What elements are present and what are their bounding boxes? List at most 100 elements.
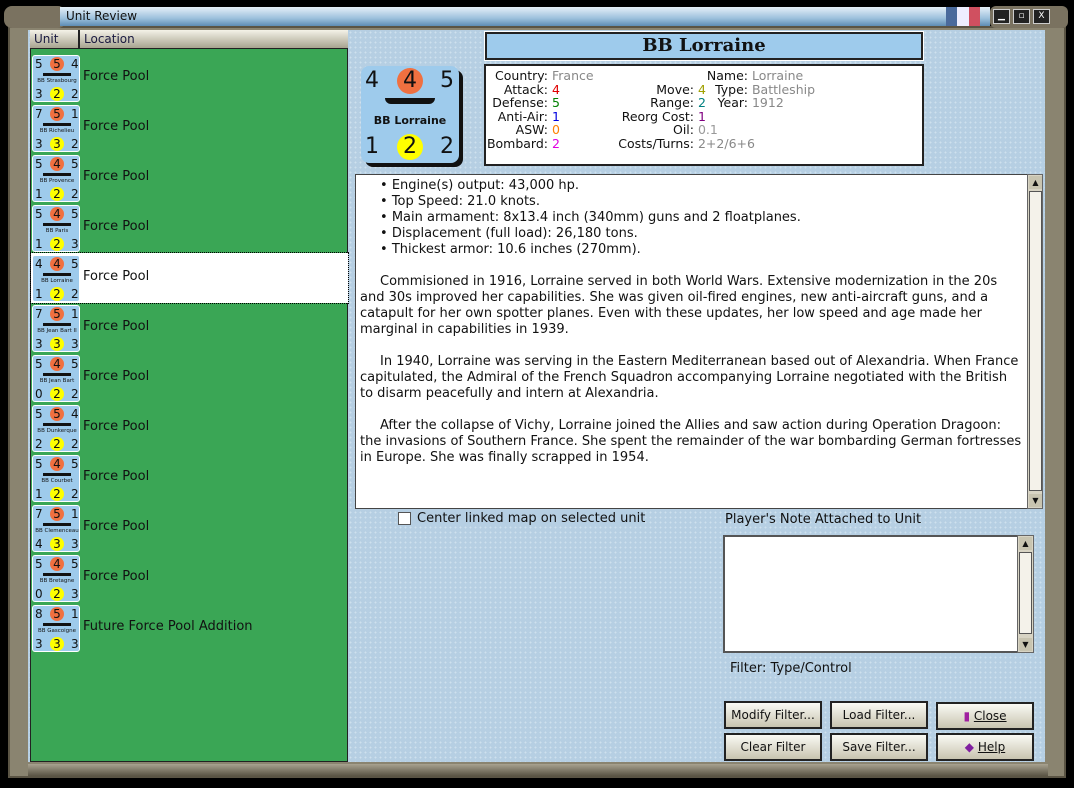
center-map-label: Center linked map on selected unit	[417, 511, 646, 526]
stat-label: Anti-Air:	[497, 108, 548, 124]
note-scrollbar[interactable]: ▲ ▼	[1017, 535, 1034, 653]
unit-list[interactable]: 5 5 4 BB Strasbourg 3 2 2 Force Pool 7 5…	[30, 48, 349, 762]
unit-row[interactable]: 4 4 5 BB Lorraine 1 2 2 Force Pool	[30, 252, 349, 304]
ship-icon	[43, 623, 71, 626]
spec-bullet: Engine(s) output: 43,000 hp.	[380, 178, 1023, 194]
counter-bottom-right: 2	[71, 187, 79, 201]
counter-bottom-left: 3	[35, 337, 43, 351]
counter-name: BB Gascoigne	[37, 628, 77, 634]
counter-bottom-left: 1	[35, 287, 43, 301]
counter-move-circle: 2	[50, 437, 64, 451]
counter-top-right: 1	[71, 507, 79, 521]
help-button[interactable]: ◆ Help	[936, 733, 1034, 761]
ship-icon	[43, 173, 71, 176]
counter-attack-circle: 5	[50, 607, 64, 621]
load-filter-button[interactable]: Load Filter...	[830, 701, 928, 729]
counter-attack-circle: 5	[50, 307, 64, 321]
counter-top-left: 5	[35, 557, 43, 571]
unit-row[interactable]: 5 4 5 BB Bretagne 0 2 3 Force Pool	[31, 553, 348, 603]
counter-move-circle: 3	[50, 637, 64, 651]
counter-attack-circle: 4	[50, 157, 64, 171]
counter-attack-circle: 4	[50, 257, 64, 271]
counter-top-right: 5	[71, 157, 79, 171]
counter-bottom-right: 2	[71, 287, 79, 301]
checkbox[interactable]	[398, 512, 411, 525]
counter-name: BB Jean Bart II	[37, 328, 77, 334]
center-map-checkbox[interactable]: Center linked map on selected unit	[398, 511, 646, 526]
unit-counter: 5 4 5 BB Courbet 1 2 2	[32, 455, 80, 502]
list-header: Unit Location	[30, 30, 348, 48]
counter-bottom-left: 3	[35, 87, 43, 101]
unit-counter: 7 5 1 BB Clemenceau 4 3 3	[32, 505, 80, 552]
counter-name: BB Lorraine	[41, 278, 73, 284]
ship-icon	[43, 73, 71, 76]
minimize-icon[interactable]: ▁	[993, 9, 1010, 24]
unit-location: Force Pool	[83, 519, 150, 534]
stat-label: Range:	[650, 95, 694, 110]
title-bar	[60, 7, 990, 26]
counter-move-circle: 2	[50, 187, 64, 201]
counter-move-circle: 2	[397, 134, 423, 160]
window-controls: ▁ ▫ X	[990, 6, 1068, 28]
counter-bottom-left: 3	[35, 137, 43, 151]
stat-label: Type:	[715, 81, 748, 97]
counter-top-left: 5	[35, 207, 43, 221]
counter-top-right: 4	[71, 57, 79, 71]
save-filter-button[interactable]: Save Filter...	[830, 733, 928, 761]
counter-name: BB Paris	[45, 228, 69, 234]
stat-row: Defense: 5	[486, 96, 594, 110]
counter-top-left: 7	[35, 507, 43, 521]
counter-move-circle: 3	[50, 537, 64, 551]
history-paragraph: After the collapse of Vichy, Lorraine jo…	[360, 418, 1022, 465]
description-scrollbar[interactable]: ▲ ▼	[1027, 174, 1043, 509]
spec-bullet: Thickest armor: 10.6 inches (270mm).	[380, 242, 1023, 258]
counter-top-right: 5	[71, 207, 79, 221]
counter-bottom-left: 1	[35, 237, 43, 251]
unit-row[interactable]: 7 5 1 BB Richelieu 3 3 2 Force Pool	[31, 103, 348, 153]
help-book-icon: ◆	[964, 740, 978, 754]
ship-icon	[43, 373, 71, 376]
counter-attack-circle: 4	[397, 68, 423, 94]
counter-move-circle: 2	[50, 287, 64, 301]
ship-icon	[43, 523, 71, 526]
counter-bottom-right: 3	[71, 587, 79, 601]
unit-row[interactable]: 5 5 4 BB Dunkerque 2 2 2 Force Pool	[31, 403, 348, 453]
counter-move-circle: 2	[50, 237, 64, 251]
unit-row[interactable]: 5 4 5 BB Provence 1 2 2 Force Pool	[31, 153, 348, 203]
counter-attack-circle: 5	[50, 407, 64, 421]
modify-filter-button[interactable]: Modify Filter...	[724, 701, 822, 729]
unit-row[interactable]: 8 5 1 BB Gascoigne 3 3 3 Future Force Po…	[31, 603, 348, 653]
stat-value: 1912	[751, 95, 784, 110]
counter-attack-circle: 4	[50, 557, 64, 571]
unit-row[interactable]: 5 5 4 BB Strasbourg 3 2 2 Force Pool	[31, 53, 348, 103]
counter-name: BB Courbet	[41, 478, 73, 484]
unit-row[interactable]: 7 5 1 BB Jean Bart II 3 3 3 Force Pool	[31, 303, 348, 353]
system-menu-icon[interactable]	[4, 6, 66, 28]
maximize-icon[interactable]: ▫	[1013, 9, 1030, 24]
player-note-input[interactable]	[723, 535, 1019, 653]
counter-bottom-right: 2	[71, 487, 79, 501]
unit-location: Future Force Pool Addition	[83, 619, 253, 634]
counter-top-left: 4	[35, 257, 43, 271]
counter-top-right: 5	[71, 357, 79, 371]
column-location[interactable]: Location	[80, 30, 348, 48]
counter-attack-circle: 5	[50, 57, 64, 71]
unit-row[interactable]: 5 4 5 BB Courbet 1 2 2 Force Pool	[31, 453, 348, 503]
close-window-icon[interactable]: X	[1033, 9, 1050, 24]
counter-bottom-left: 0	[35, 587, 43, 601]
counter-top-right: 5	[71, 457, 79, 471]
column-unit[interactable]: Unit	[30, 30, 80, 48]
unit-location: Force Pool	[83, 119, 150, 134]
unit-stats-panel: Country: France Attack: 4 Defense: 5 Anti-A…	[484, 64, 924, 166]
spec-bullet: Top Speed: 21.0 knots.	[380, 194, 1023, 210]
counter-move-circle: 2	[50, 87, 64, 101]
counter-bottom-right: 2	[71, 437, 79, 451]
close-button[interactable]: ▮ Close	[936, 702, 1034, 730]
clear-filter-button[interactable]: Clear Filter	[724, 733, 822, 761]
unit-row[interactable]: 5 4 5 BB Jean Bart 0 2 2 Force Pool	[31, 353, 348, 403]
close-label: Close	[973, 709, 1007, 723]
unit-row[interactable]: 7 5 1 BB Clemenceau 4 3 3 Force Pool	[31, 503, 348, 553]
unit-row[interactable]: 5 4 5 BB Paris 1 2 3 Force Pool	[31, 203, 348, 253]
unit-location: Force Pool	[83, 569, 150, 584]
counter-bottom-right: 2	[71, 387, 79, 401]
